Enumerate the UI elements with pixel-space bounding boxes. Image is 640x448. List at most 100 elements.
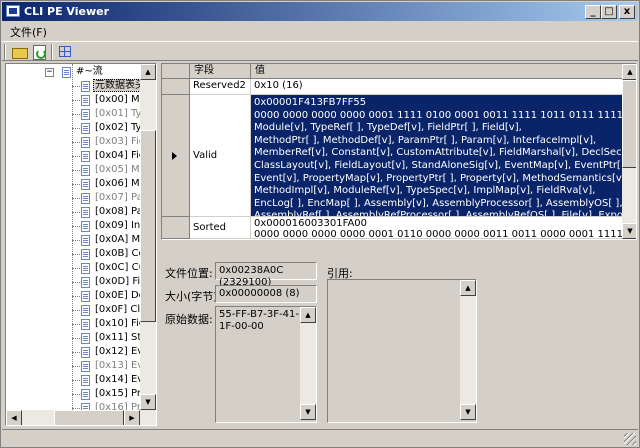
tree-connector [72,352,80,353]
tree-node-table[interactable]: [0x0B] Const [6,247,156,261]
tree-node-metadata-header[interactable]: 元数据表头 [6,79,147,93]
tree-node-table[interactable]: [0x08] Param [6,205,156,219]
tree-connector [72,128,80,129]
tree-horizontal-scrollbar[interactable]: ◀ ▶ [6,410,156,425]
tree-node-table[interactable]: [0x04] Field ( [6,149,156,163]
row-header[interactable] [162,79,190,95]
scroll-up-button[interactable]: ▲ [300,307,316,323]
tree-node-table[interactable]: [0x05] Metho [6,163,156,177]
tree-node-table[interactable]: [0x14] Event [6,373,156,387]
minimize-button[interactable]: _ [585,5,601,19]
references-box[interactable]: ▲ ▼ [327,279,477,423]
field-cell[interactable]: Sorted [190,217,251,239]
refresh-icon[interactable] [31,44,47,60]
tree-connector [72,86,80,87]
grid-vertical-scrollbar[interactable]: ▲ ▼ [622,64,636,239]
offset-value[interactable]: 0x00238A0C (2329100) [215,262,317,288]
scroll-up-button[interactable]: ▲ [460,280,476,296]
scroll-up-button[interactable]: ▲ [622,64,636,80]
fields-grid[interactable]: 字段 值 Reserved2 0x10 (16) Valid 0x00001F4… [161,63,637,240]
folder-open-icon[interactable] [11,44,28,59]
value-cell-selected[interactable]: 0x00001F413FB7FF55 0000 0000 0000 0000 00… [251,95,623,217]
tree-node-table[interactable]: [0x06] Metho [6,177,156,191]
menu-bar: 文件(F) [2,22,638,40]
scroll-down-button[interactable]: ▼ [622,223,636,239]
tree-connector [72,324,80,325]
size-value[interactable]: 0x00000008 (8) [215,285,317,303]
value-line: 0000 0000 0000 0000 0001 0110 0000 0000 … [254,229,623,239]
table-icon [81,389,90,400]
tree-node-table[interactable]: [0x15] Prope [6,387,156,401]
tree-node-table[interactable]: [0x00] Modul [6,93,156,107]
value-line: 0x00001F413FB7FF55 [254,97,367,108]
tree-node-label: #~流 [76,66,103,77]
tree-vertical-scrollbar[interactable]: ▲ ▼ [140,64,156,410]
tree-node-table[interactable]: [0x01] TypeR [6,107,156,121]
scroll-thumb[interactable] [54,410,124,425]
field-cell[interactable]: Valid [190,95,251,217]
table-icon [81,207,90,218]
value-cell[interactable]: 0x000016003301FA00 0000 0000 0000 0000 00… [251,217,623,239]
scroll-up-button[interactable]: ▲ [140,64,156,80]
tree-connector [72,338,80,339]
table-icon [81,249,90,260]
tree-node-table[interactable]: [0x0F] ClassL [6,303,156,317]
value-line: 0x000016003301FA00 [254,218,368,229]
row-header[interactable] [162,95,190,217]
tree-node-table[interactable]: [0x09] Interfa [6,219,156,233]
value-cell[interactable]: 0x10 (16) [251,79,623,95]
resize-grip-icon[interactable] [624,433,636,445]
tree-connector [72,114,80,115]
value-line: 0000 0000 0000 0000 0001 1111 0100 0001 … [254,109,623,121]
scroll-down-button[interactable]: ▼ [300,404,316,420]
scroll-thumb[interactable] [140,130,156,322]
scroll-down-button[interactable]: ▼ [140,394,156,410]
menu-file[interactable]: 文件(F) [10,24,47,40]
grid-icon[interactable] [57,44,73,59]
title-bar[interactable]: CLI PE Viewer _ □ x [2,2,638,21]
value-line: MethodPtr[ ], MethodDef[v], ParamPtr[ ],… [254,134,597,146]
field-cell[interactable]: Reserved2 [190,79,251,95]
tree-node-table[interactable]: [0x02] TypeD [6,121,156,135]
tree-node-table[interactable]: [0x11] Stand [6,331,156,345]
scroll-down-button[interactable]: ▼ [460,404,476,420]
scroll-right-button[interactable]: ▶ [124,410,140,425]
raw-data-text: 55-FF-B7-3F-41-1F-00-00 [219,309,299,332]
tree-node-table[interactable]: [0x0D] FieldM [6,275,156,289]
tree-connector [72,184,80,185]
main-window: CLI PE Viewer _ □ x 文件(F) − #~流 元数据表头 [0… [0,0,640,448]
tree-node-table[interactable]: [0x0E] DeclS [6,289,156,303]
value-line: ClassLayout[v], FieldLayout[v], StandAlo… [254,159,623,171]
tree-node-table[interactable]: [0x13] Event [6,359,156,373]
table-icon [81,361,90,372]
tree-connector [72,240,80,241]
close-button[interactable]: x [619,5,635,19]
tree-node-table[interactable]: [0x07] Param [6,191,156,205]
references-scrollbar[interactable]: ▲ ▼ [460,280,476,420]
tree-node-table[interactable]: [0x0C] Custo [6,261,156,275]
row-header[interactable] [162,217,190,239]
tree-connector [72,296,80,297]
maximize-button[interactable]: □ [601,5,617,19]
document-icon [81,81,90,92]
collapse-icon[interactable]: − [45,68,54,77]
tree-node-table[interactable]: [0x0A] Memb [6,233,156,247]
toolbar-separator [51,44,53,60]
document-icon [62,67,71,78]
tree-node-stream[interactable]: − #~流 [6,65,146,79]
scroll-thumb[interactable] [622,80,636,168]
tree-connector [72,408,80,409]
column-header-value[interactable]: 值 [251,64,623,79]
tree-node-table[interactable]: [0x12] Event [6,345,156,359]
metadata-tree[interactable]: − #~流 元数据表头 [0x00] Modul [0x01] TypeR [0x0… [5,63,157,426]
column-header-field[interactable]: 字段 [190,64,251,79]
table-icon [81,305,90,316]
raw-data-box[interactable]: 55-FF-B7-3F-41-1F-00-00 ▲ ▼ [215,306,317,423]
tree-node-table[interactable]: [0x03] FieldP [6,135,156,149]
raw-data-scrollbar[interactable]: ▲ ▼ [300,307,316,420]
tree-node-table[interactable]: [0x10] FieldL [6,317,156,331]
toolbar [2,41,638,61]
scroll-left-button[interactable]: ◀ [6,410,22,425]
offset-label: 文件位置: [165,267,213,280]
table-icon [81,165,90,176]
